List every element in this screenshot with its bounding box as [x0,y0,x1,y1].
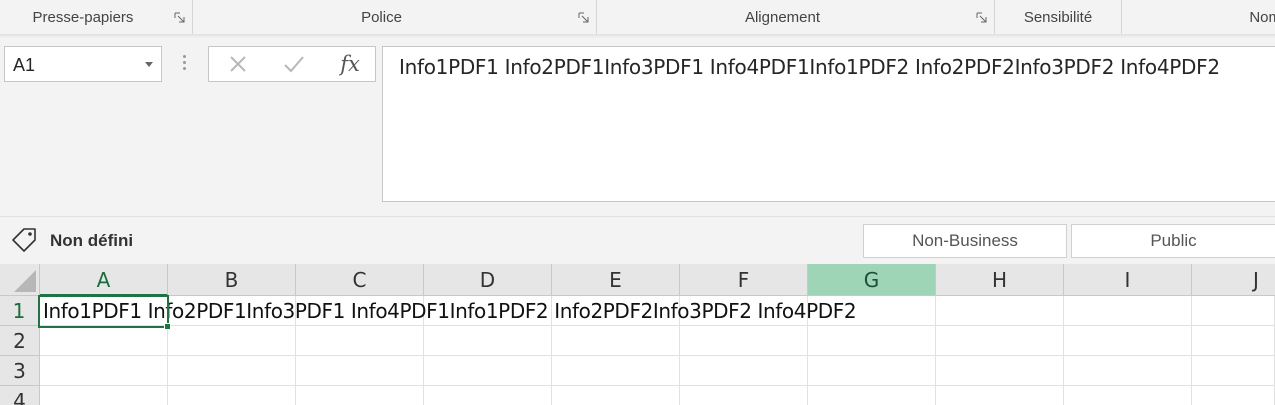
dialog-launcher-icon[interactable] [578,12,589,23]
select-all-button[interactable] [0,264,40,296]
column-header-h[interactable]: H [936,264,1064,296]
ribbon-group-sensitivity: Sensibilité [995,0,1122,34]
grid-cell-b4[interactable] [168,386,296,405]
dialog-launcher-icon[interactable] [976,12,987,23]
grid-cell-g3[interactable] [808,356,936,386]
row-header-3[interactable]: 3 [0,356,40,386]
column-header-b[interactable]: B [168,264,296,296]
column-header-d[interactable]: D [424,264,552,296]
grid-cell-i1[interactable] [1064,296,1192,326]
spreadsheet-grid[interactable]: A B C D E F G H I J 1 2 3 4 Info1PDF1 In… [0,264,1275,405]
sensitivity-option-label: Public [1150,231,1197,250]
grid-cell-e2[interactable] [552,326,680,356]
column-header-j[interactable]: J [1192,264,1275,296]
grid-cell-i4[interactable] [1064,386,1192,405]
column-header-i[interactable]: I [1064,264,1192,296]
ribbon-group-bar: Presse-papiers Police Alignement Sensibi… [0,0,1275,34]
ribbon-group-label: Alignement [744,9,821,26]
fill-handle[interactable] [164,323,171,330]
column-header-g[interactable]: G [808,264,936,296]
x-icon [230,56,246,72]
formula-bar-grip-icon[interactable] [176,52,192,74]
grid-cell-d4[interactable] [424,386,552,405]
ribbon-group-alignment: Alignement [597,0,995,34]
column-header-f[interactable]: F [680,264,808,296]
sensitivity-option-non-business[interactable]: Non-Business [863,224,1067,258]
grid-cell-d2[interactable] [424,326,552,356]
grid-cell-i2[interactable] [1064,326,1192,356]
ribbon-group-label: Presse-papiers [32,9,134,26]
grid-cell-g2[interactable] [808,326,936,356]
column-header-e[interactable]: E [552,264,680,296]
sensitivity-option-public[interactable]: Public [1071,224,1275,258]
ribbon-group-label: Nom [1249,9,1275,26]
row-header-1[interactable]: 1 [0,296,40,326]
formula-buttons: fx [208,46,376,82]
sensitivity-bar: Non défini Non-Business Public [0,216,1275,262]
column-header-a[interactable]: A [40,264,168,296]
grid-cell-f2[interactable] [680,326,808,356]
grid-cell-j1[interactable] [1192,296,1275,326]
grid-cell-h1[interactable] [936,296,1064,326]
grid-cell-c2[interactable] [296,326,424,356]
grid-cell-c3[interactable] [296,356,424,386]
grid-cell-h3[interactable] [936,356,1064,386]
name-box[interactable]: A1 [4,46,162,82]
grid-cell-e3[interactable] [552,356,680,386]
grid-cell-e4[interactable] [552,386,680,405]
formula-content: Info1PDF1 Info2PDF1Info3PDF1 Info4PDF1In… [399,55,1220,79]
ribbon-group-label: Police [361,9,402,26]
grid-cell-d3[interactable] [424,356,552,386]
grid-cell-i3[interactable] [1064,356,1192,386]
dialog-launcher-icon[interactable] [174,12,185,23]
ribbon-shadow [0,34,1275,38]
sensitivity-label: Non défini [50,231,134,250]
grid-cell-a4[interactable] [40,386,168,405]
formula-input[interactable]: Info1PDF1 Info2PDF1Info3PDF1 Info4PDF1In… [382,46,1275,202]
check-icon [284,56,304,73]
column-header-c[interactable]: C [296,264,424,296]
grid-cell-h2[interactable] [936,326,1064,356]
ribbon-group-name: Nom [1122,0,1275,34]
row-header-2[interactable]: 2 [0,326,40,356]
grid-cell-f3[interactable] [680,356,808,386]
enter-button[interactable] [269,47,319,81]
row-header-4[interactable]: 4 [0,386,40,405]
grid-cell-b3[interactable] [168,356,296,386]
cancel-button[interactable] [213,47,263,81]
active-cell-a1[interactable] [38,295,169,328]
tag-icon [12,228,36,252]
ribbon-group-clipboard: Presse-papiers [0,0,193,34]
grid-cell-c4[interactable] [296,386,424,405]
grid-cell-j4[interactable] [1192,386,1275,405]
sensitivity-option-label: Non-Business [912,231,1018,250]
grid-cell-a3[interactable] [40,356,168,386]
chevron-down-icon[interactable] [145,62,153,67]
grid-cell-j3[interactable] [1192,356,1275,386]
grid-cell-h4[interactable] [936,386,1064,405]
ribbon-group-font: Police [193,0,597,34]
function-icon: fx [340,52,360,76]
grid-cell-f4[interactable] [680,386,808,405]
grid-cell-b2[interactable] [168,326,296,356]
insert-function-button[interactable]: fx [325,47,375,81]
grid-cell-j2[interactable] [1192,326,1275,356]
name-box-value: A1 [13,55,36,75]
select-all-icon [14,270,36,292]
grid-cell-g4[interactable] [808,386,936,405]
ribbon-group-label: Sensibilité [1023,9,1093,26]
grid-cell-a2[interactable] [40,326,168,356]
